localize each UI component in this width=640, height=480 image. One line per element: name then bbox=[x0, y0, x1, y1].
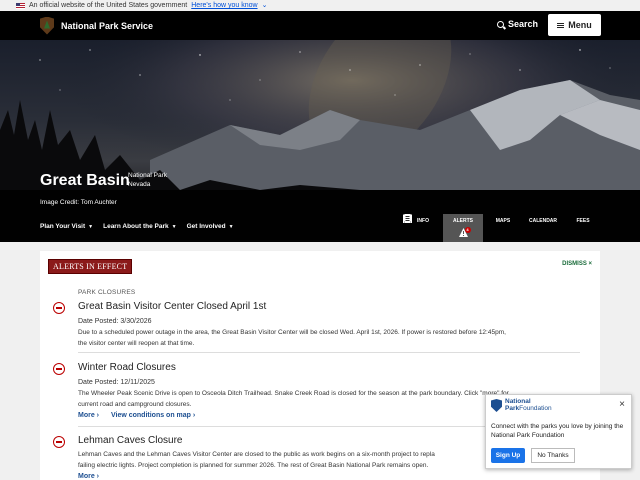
quick-nav: INFO ALERTS 4 MAPS CALENDAR FEES bbox=[403, 214, 603, 242]
popup-message: Connect with the parks you love by joini… bbox=[491, 423, 624, 439]
search-icon bbox=[496, 20, 504, 28]
alerts-heading: ALERTS IN EFFECT bbox=[48, 259, 133, 274]
search-label: Search bbox=[507, 19, 538, 29]
gov-banner: An official website of the United States… bbox=[0, 0, 640, 11]
divider bbox=[78, 352, 580, 353]
quicknav-calendar[interactable]: CALENDAR bbox=[403, 214, 563, 242]
alert-body: Due to a scheduled power outage in the a… bbox=[78, 329, 506, 336]
quicknav-alerts[interactable]: ALERTS 4 bbox=[443, 214, 483, 242]
park-state: Nevada bbox=[128, 181, 151, 188]
alert-item: Great Basin Visitor Center Closed April … bbox=[53, 300, 582, 349]
alert-category: PARK CLOSURES bbox=[78, 289, 136, 296]
dismiss-alerts-button[interactable]: DISMISS × bbox=[562, 261, 592, 267]
alert-title[interactable]: Great Basin Visitor Center Closed April … bbox=[78, 300, 582, 313]
subnav-item-learn-about-the-park[interactable]: Learn About the Park ▼ bbox=[103, 223, 176, 230]
quicknav-label: INFO bbox=[417, 218, 429, 224]
hero-banner: Great Basin National Park Nevada Image C… bbox=[0, 40, 640, 242]
search-button[interactable]: Search bbox=[496, 19, 538, 29]
no-entry-icon bbox=[53, 436, 65, 448]
alert-links: More › bbox=[78, 471, 582, 480]
close-icon[interactable]: × bbox=[619, 399, 625, 410]
quicknav-maps[interactable]: MAPS bbox=[404, 214, 523, 242]
park-foundation-logo-text: National ParkFoundation bbox=[505, 398, 552, 412]
nps-arrowhead-logo-icon[interactable] bbox=[40, 16, 54, 35]
quicknav-label: CALENDAR bbox=[528, 218, 558, 224]
quicknav-label: ALERTS bbox=[453, 218, 473, 224]
park-foundation-logo: National ParkFoundation bbox=[491, 398, 552, 412]
park-meta: National Park Nevada bbox=[128, 171, 167, 189]
hero-night-sky-image bbox=[0, 40, 640, 242]
quicknav-label: FEES bbox=[576, 218, 590, 224]
park-name: Great Basin bbox=[40, 172, 130, 189]
quicknav-fees[interactable]: FEES bbox=[404, 214, 603, 242]
quicknav-label: MAPS bbox=[495, 218, 511, 224]
receipt-icon bbox=[404, 214, 411, 223]
us-flag-icon bbox=[16, 2, 25, 9]
gov-banner-text: An official website of the United States… bbox=[29, 2, 188, 9]
alert-icon: 4 bbox=[458, 227, 471, 237]
more-link[interactable]: More › bbox=[78, 412, 99, 419]
no-entry-icon bbox=[53, 363, 65, 375]
no-thanks-button[interactable]: No Thanks bbox=[531, 448, 575, 463]
hamburger-icon bbox=[557, 22, 565, 28]
sign-up-button[interactable]: Sign Up bbox=[491, 448, 525, 463]
site-title[interactable]: National Park Service bbox=[61, 21, 153, 31]
subnav-item-get-involved[interactable]: Get Involved ▼ bbox=[187, 223, 234, 230]
chevron-down-icon[interactable]: ⌄ bbox=[262, 0, 268, 11]
view-conditions-on-map-link[interactable]: View conditions on map › bbox=[111, 412, 195, 419]
heres-how-you-know-link[interactable]: Here's how you know bbox=[191, 0, 257, 11]
caret-down-icon: ▼ bbox=[228, 224, 234, 230]
alert-date: Date Posted: 12/11/2025 bbox=[78, 379, 155, 386]
alert-body: the visitor center will reopen at that t… bbox=[78, 340, 195, 347]
park-foundation-popup: National ParkFoundation × Connect with t… bbox=[485, 394, 632, 469]
nps-foundation-arrowhead-icon bbox=[491, 399, 502, 412]
park-subnav: Plan Your Visit ▼ Learn About the Park ▼ G… bbox=[40, 223, 234, 230]
park-designation: National Park bbox=[128, 172, 168, 179]
image-credit: Image Credit: Tom Auchter bbox=[40, 199, 117, 206]
top-navigation: National Park Service Search Menu bbox=[0, 11, 640, 40]
more-link[interactable]: More › bbox=[78, 473, 99, 480]
menu-button[interactable]: Menu bbox=[548, 14, 601, 36]
alerts-count-badge: 4 bbox=[464, 227, 471, 233]
alert-title[interactable]: Winter Road Closures bbox=[78, 361, 582, 374]
alert-date: Date Posted: 3/30/2026 bbox=[78, 318, 152, 325]
caret-down-icon: ▼ bbox=[88, 224, 94, 230]
no-entry-icon bbox=[53, 302, 65, 314]
subnav-item-plan-your-visit[interactable]: Plan Your Visit ▼ bbox=[40, 223, 93, 230]
menu-label: Menu bbox=[568, 20, 592, 30]
caret-down-icon: ▼ bbox=[171, 224, 177, 230]
